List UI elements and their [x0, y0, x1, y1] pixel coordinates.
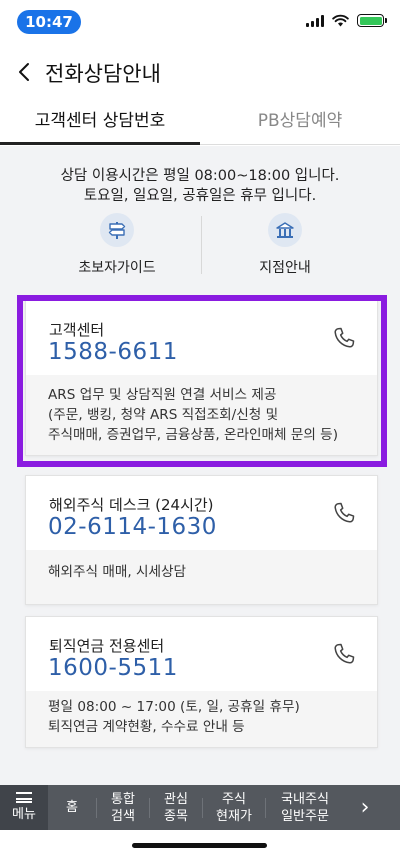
nav-domestic-order[interactable]: 국내주식 일반주문 [266, 785, 344, 830]
nav-home[interactable]: 홈 [48, 785, 96, 830]
branch-info-label: 지점안내 [259, 260, 311, 276]
nav-integrated-search[interactable]: 통합 검색 [97, 785, 149, 830]
nav-watchlist[interactable]: 관심 종목 [150, 785, 202, 830]
beginner-guide-label: 초보자가이드 [78, 260, 156, 276]
phone-number[interactable]: 02-6114-1630 [48, 514, 217, 540]
hamburger-icon [16, 792, 32, 803]
status-icons [306, 14, 387, 27]
highlight-frame [17, 295, 387, 467]
tab-pb-reservation[interactable]: PB상담예약 [200, 100, 400, 144]
card-title: 퇴직연금 전용센터 [49, 637, 165, 655]
branch-pin-icon [268, 213, 302, 247]
phone-icon[interactable] [331, 641, 357, 667]
header: 전화상담안내 [0, 44, 400, 100]
card-description: 평일 08:00 ~ 17:00 (토, 일, 공휴일 휴무) 퇴직연금 계약현… [26, 691, 377, 747]
status-time: 10:47 [17, 10, 81, 34]
beginner-guide-button[interactable]: 초보자가이드 [57, 213, 177, 277]
menu-button[interactable]: 메뉴 [0, 785, 48, 830]
hours-line-1: 상담 이용시간은 평일 08:00~18:00 입니다. [60, 168, 340, 184]
nav-stock-price[interactable]: 주식 현재가 [203, 785, 265, 830]
battery-icon [357, 14, 387, 27]
home-indicator [132, 843, 267, 848]
phone-number[interactable]: 1600-5511 [48, 655, 178, 681]
signal-icon [306, 14, 324, 27]
back-icon[interactable] [12, 58, 40, 86]
tab-customer-center-numbers[interactable]: 고객센터 상담번호 [0, 100, 200, 145]
branch-info-button[interactable]: 지점안내 [225, 213, 345, 277]
tab-bar: 고객센터 상담번호 PB상담예약 [0, 100, 400, 145]
guide-divider [201, 216, 202, 274]
phone-icon[interactable] [331, 500, 357, 526]
status-bar: 10:47 [0, 0, 400, 44]
card-title: 해외주식 데스크 (24시간) [49, 496, 214, 514]
hours-line-2: 토요일, 일요일, 공휴일은 휴무 입니다. [83, 188, 317, 204]
bottom-nav: 메뉴 홈 통합 검색 관심 종목 주식 현재가 국내주식 일반주문 › [0, 785, 400, 830]
chevron-right-icon[interactable]: › [344, 785, 386, 830]
signpost-icon [100, 213, 134, 247]
page-title: 전화상담안내 [45, 62, 161, 86]
card-overseas-stock-desk: 해외주식 데스크 (24시간) 02-6114-1630 해외주식 매매, 시세… [25, 475, 378, 605]
home-area [0, 830, 400, 863]
guide-links: 초보자가이드 지점안내 [0, 213, 400, 277]
wifi-icon [332, 14, 349, 27]
card-retirement-pension-center: 퇴직연금 전용센터 1600-5511 평일 08:00 ~ 17:00 (토,… [25, 616, 378, 748]
card-description: 해외주식 매매, 시세상담 [26, 550, 377, 604]
